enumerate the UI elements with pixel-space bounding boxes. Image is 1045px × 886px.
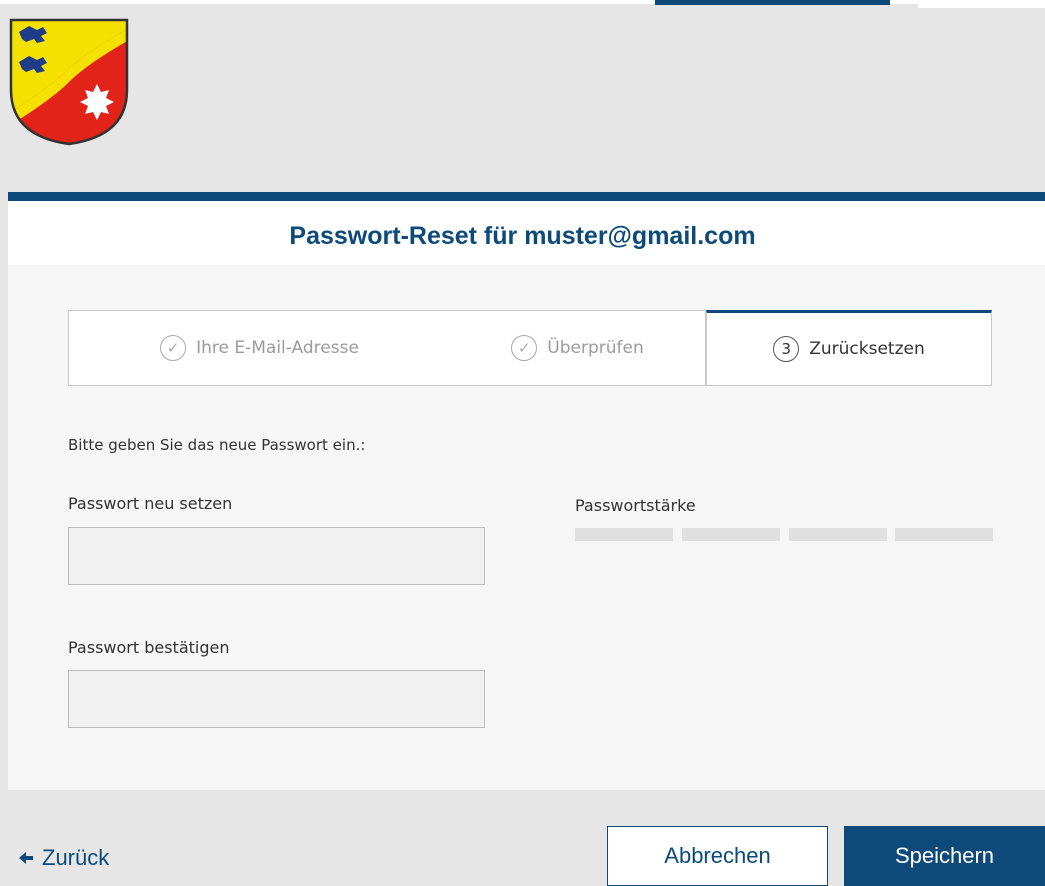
check-circle-icon: ✓	[160, 335, 187, 361]
confirm-password-label: Passwort bestätigen	[68, 638, 230, 657]
top-strip-corner	[918, 0, 1045, 8]
page-title: Passwort-Reset für muster@gmail.com	[289, 222, 756, 250]
cancel-button[interactable]: Abbrechen	[607, 826, 828, 886]
save-button[interactable]: Speichern	[844, 826, 1045, 886]
step-verify[interactable]: ✓ Überprüfen	[450, 310, 706, 386]
back-link-label: Zurück	[42, 845, 110, 870]
stepper: ✓ Ihre E-Mail-Adresse ✓ Überprüfen 3 Zur…	[68, 310, 992, 386]
back-link[interactable]: Zurück	[18, 845, 109, 871]
strength-segment	[789, 528, 887, 541]
check-circle-icon: ✓	[511, 335, 538, 361]
password-strength-label: Passwortstärke	[575, 496, 696, 515]
arrow-left-icon	[19, 852, 33, 864]
new-password-input[interactable]	[68, 527, 485, 585]
card-accent-bar	[8, 192, 1045, 201]
strength-segment	[575, 528, 673, 541]
top-strip	[0, 0, 1045, 8]
strength-segment	[895, 528, 993, 541]
new-password-label: Passwort neu setzen	[68, 494, 233, 513]
instruction-text: Bitte geben Sie das neue Passwort ein.:	[68, 436, 366, 454]
step-reset[interactable]: 3 Zurücksetzen	[706, 310, 992, 386]
confirm-password-input[interactable]	[68, 670, 485, 728]
top-strip-tab	[655, 0, 890, 5]
coat-of-arms-logo	[9, 18, 129, 146]
strength-segment	[682, 528, 780, 541]
step-email[interactable]: ✓ Ihre E-Mail-Adresse	[68, 310, 451, 386]
step-email-label: Ihre E-Mail-Adresse	[196, 338, 359, 358]
step-verify-label: Überprüfen	[547, 338, 644, 358]
step-reset-label: Zurücksetzen	[809, 339, 925, 359]
step-number-badge: 3	[773, 336, 800, 362]
